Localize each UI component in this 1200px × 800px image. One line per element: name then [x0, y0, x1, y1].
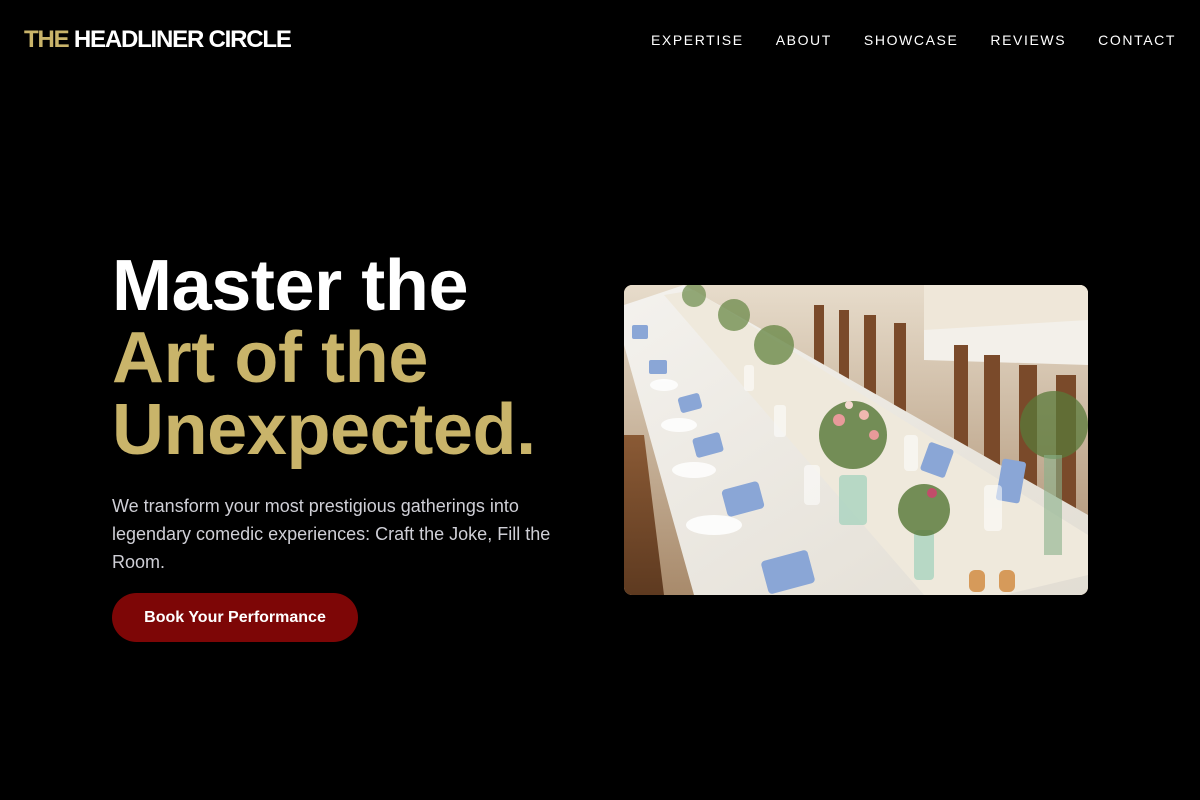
nav-item-reviews[interactable]: REVIEWS [990, 31, 1066, 49]
brand-logo-name: HEADLINER CIRCLE [73, 26, 292, 53]
site-header: THE HEADLINER CIRCLE EXPERTISE ABOUT SHO… [0, 0, 1200, 80]
banquet-table-illustration [624, 285, 1088, 595]
nav-item-expertise[interactable]: EXPERTISE [651, 31, 744, 49]
book-performance-button[interactable]: Book Your Performance [112, 593, 358, 642]
hero-section: Master the Art of the Unexpected. We tra… [112, 250, 582, 576]
main-nav: EXPERTISE ABOUT SHOWCASE REVIEWS CONTACT [651, 31, 1176, 49]
nav-item-about[interactable]: ABOUT [776, 31, 832, 49]
banquet-table-photo [624, 285, 1088, 595]
nav-item-contact[interactable]: CONTACT [1098, 31, 1176, 49]
hero-subtext: We transform your most prestigious gathe… [112, 496, 551, 572]
nav-item-showcase[interactable]: SHOWCASE [864, 31, 958, 49]
hero-headline: Master the Art of the Unexpected. [112, 250, 582, 466]
hero-headline-line-1: Master the [112, 246, 469, 326]
brand-logo[interactable]: THE HEADLINER CIRCLE [24, 26, 292, 54]
hero-headline-line-2: Art of the [112, 318, 428, 398]
hero-headline-line-3: Unexpected. [112, 390, 536, 470]
brand-logo-accent: THE [24, 26, 70, 53]
